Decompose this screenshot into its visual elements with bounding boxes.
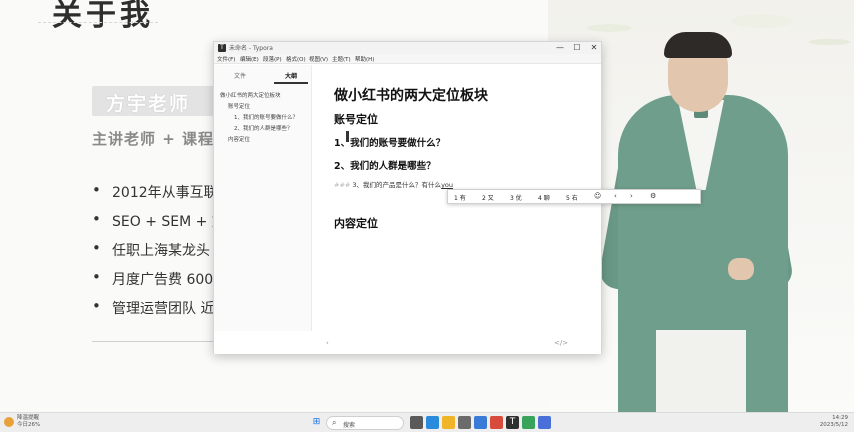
title-bar[interactable]: T 未命名 - Typora — ☐ ✕	[214, 42, 601, 54]
prev-page-icon[interactable]: ‹	[614, 192, 617, 200]
ime-candidate[interactable]: 5 右	[566, 193, 578, 202]
minimize-button[interactable]: —	[552, 42, 568, 54]
menu-view[interactable]: 视图(V)	[309, 55, 328, 63]
store-icon[interactable]	[458, 416, 471, 429]
menu-file[interactable]: 文件(F)	[217, 55, 235, 63]
ime-settings-icon[interactable]: ⚙	[650, 192, 656, 200]
ime-candidate[interactable]: 4 聊	[538, 193, 550, 202]
search-label: 搜索	[343, 422, 356, 429]
weather-widget[interactable]: 降温提醒 今日26%	[17, 415, 40, 429]
menu-theme[interactable]: 主题(T)	[332, 55, 351, 63]
ime-candidate-bar: 1 有 2 又 3 优 4 聊 5 右 ☺ ‹ › ⚙	[447, 189, 701, 204]
clock-time: 14:29	[832, 415, 848, 421]
active-tab-indicator	[274, 82, 308, 84]
typora-app-icon: T	[218, 44, 226, 52]
outline-item[interactable]: 2、我们的人群是哪些？	[234, 124, 293, 132]
toggle-sidebar-icon[interactable]: ‹	[326, 339, 329, 347]
system-clock[interactable]: 14:29 2023/5/12	[800, 415, 848, 429]
app-icon[interactable]	[538, 416, 551, 429]
tab-outline[interactable]: 大纲	[285, 71, 297, 80]
menu-help[interactable]: 帮助(H)	[355, 55, 374, 63]
emoji-icon[interactable]: ☺	[594, 192, 601, 200]
maximize-button[interactable]: ☐	[569, 42, 585, 54]
doc-heading-1[interactable]: 做小红书的两大定位板块	[334, 85, 488, 105]
menu-bar: 文件(F) 编辑(E) 段落(P) 格式(O) 视图(V) 主题(T) 帮助(H…	[214, 54, 601, 64]
edge-icon[interactable]	[426, 416, 439, 429]
menu-format[interactable]: 格式(O)	[286, 55, 306, 63]
ime-composition-text: you	[441, 181, 454, 189]
presenter-role: 主讲老师 + 课程	[92, 130, 215, 148]
taskbar: 降温提醒 今日26% ⊞ ⌕ 搜索 T 14:29 2023/5/12	[0, 412, 854, 432]
wechat-icon[interactable]	[522, 416, 535, 429]
doc-editing-line[interactable]: ### 3、我们的产品是什么？有什么you	[334, 179, 453, 189]
ime-candidate[interactable]: 3 优	[510, 193, 522, 202]
editing-text: 3、我们的产品是什么？有什么	[352, 181, 442, 189]
close-button[interactable]: ✕	[586, 42, 602, 54]
sidebar: 文件 大纲 做小红书的两大定位板块 账号定位 1、我们的账号要做什么？ 2、我们…	[214, 65, 312, 331]
presenter-name: 方宇老师	[106, 93, 191, 115]
doc-heading-content[interactable]: 内容定位	[334, 215, 378, 231]
weather-icon[interactable]	[4, 417, 14, 427]
outline-item[interactable]: 账号定位	[228, 102, 250, 110]
status-bar: ‹ </>	[214, 332, 601, 354]
bio-bullet: SEO + SEM + 文	[92, 210, 226, 240]
tab-files[interactable]: 文件	[234, 71, 246, 80]
clock-date: 2023/5/12	[819, 422, 848, 428]
menu-paragraph[interactable]: 段落(P)	[263, 55, 282, 63]
slide-subtitle-decoration	[38, 22, 158, 34]
search-icon: ⌕	[332, 418, 337, 427]
taskview-icon[interactable]	[410, 416, 423, 429]
app-icon[interactable]	[490, 416, 503, 429]
doc-item-1[interactable]: 1、我们的账号要做什么？	[334, 135, 445, 149]
outline-item[interactable]: 做小红书的两大定位板块	[220, 91, 281, 99]
bio-bullet: 2012年从事互联	[92, 181, 226, 211]
doc-item-2[interactable]: 2、我们的人群是哪些？	[334, 158, 436, 172]
bio-bullet: 任职上海某龙头	[92, 239, 226, 269]
next-page-icon[interactable]: ›	[630, 192, 633, 200]
taskbar-search[interactable]: ⌕ 搜索	[326, 416, 404, 430]
outline-item[interactable]: 1、我们的账号要做什么？	[234, 113, 298, 121]
source-code-mode-icon[interactable]: </>	[554, 339, 568, 347]
outline-item[interactable]: 内容定位	[228, 135, 250, 143]
menu-edit[interactable]: 编辑(E)	[240, 55, 259, 63]
ime-candidate[interactable]: 2 又	[482, 193, 494, 202]
bio-bullet: 月度广告费 600	[92, 268, 226, 298]
app-icon[interactable]	[474, 416, 487, 429]
weather-subtitle: 今日26%	[17, 422, 41, 428]
heading-markdown-prefix: ###	[334, 181, 351, 189]
start-icon[interactable]: ⊞	[310, 416, 323, 429]
file-explorer-icon[interactable]	[442, 416, 455, 429]
doc-heading-account[interactable]: 账号定位	[334, 111, 378, 127]
ime-candidate[interactable]: 1 有	[454, 193, 466, 202]
bio-bullet: 管理运营团队 近	[92, 297, 226, 327]
weather-title: 降温提醒	[17, 415, 40, 421]
bio-bullet-list: 2012年从事互联 SEO + SEM + 文 任职上海某龙头 月度广告费 60…	[92, 181, 226, 327]
typora-taskbar-icon[interactable]: T	[506, 416, 519, 429]
window-title: 未命名 - Typora	[229, 45, 273, 52]
